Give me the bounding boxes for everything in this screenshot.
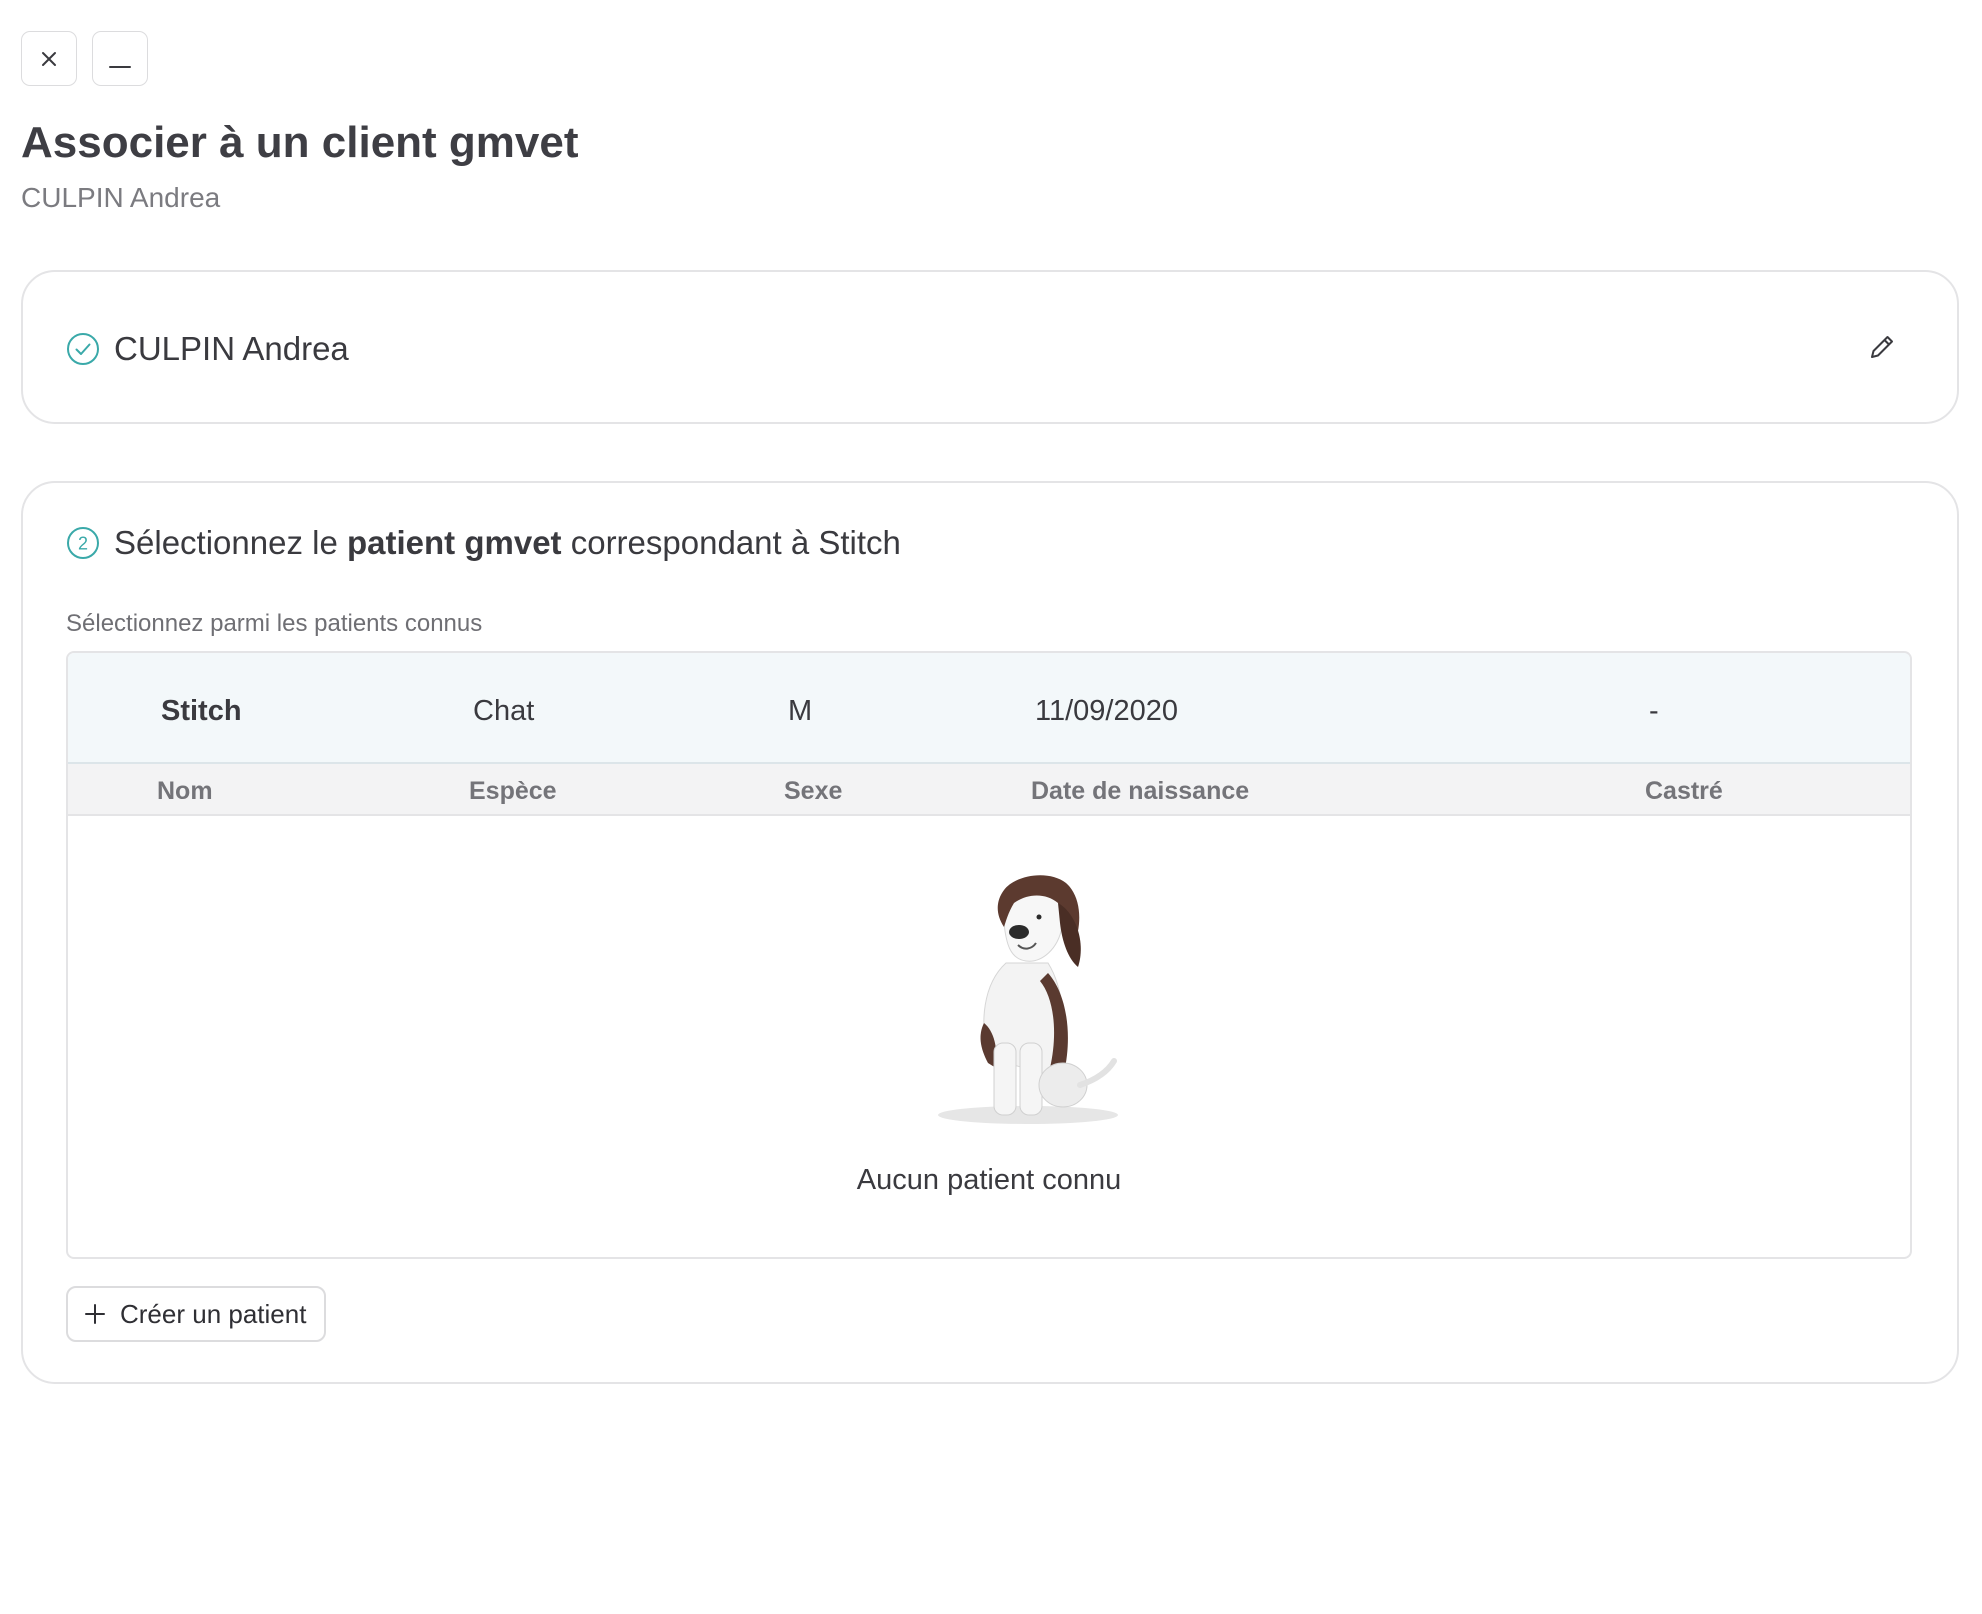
- cell-name: Stitch: [161, 695, 242, 727]
- minimize-icon: [109, 65, 131, 68]
- patient-step-title: Sélectionnez le patient gmvet correspond…: [114, 524, 901, 562]
- edit-client-button[interactable]: [1865, 330, 1899, 364]
- svg-text:2: 2: [78, 534, 88, 554]
- page-subtitle: CULPIN Andrea: [21, 182, 221, 213]
- close-icon: [42, 51, 56, 66]
- plus-icon: [85, 1304, 105, 1324]
- column-header-neutered[interactable]: Castré: [1645, 777, 1723, 806]
- cell-neutered: -: [1649, 695, 1659, 727]
- pencil-icon: [1871, 336, 1893, 358]
- page-title: Associer à un client gmvet: [21, 118, 579, 167]
- client-card: CULPIN Andrea: [21, 270, 1959, 424]
- empty-state-text: Aucun patient connu: [856, 1164, 1122, 1196]
- step-title-prefix: Sélectionnez le: [114, 524, 338, 561]
- column-header-sex[interactable]: Sexe: [784, 777, 842, 806]
- create-patient-button[interactable]: Créer un patient: [66, 1286, 327, 1342]
- table-header: Nom Espèce Sexe Date de naissance Castré: [68, 764, 1910, 816]
- patient-step-row: 2 Sélectionnez le patient gmvet correspo…: [66, 524, 901, 562]
- column-header-name[interactable]: Nom: [157, 777, 213, 806]
- create-patient-label: Créer un patient: [120, 1298, 307, 1329]
- client-name: CULPIN Andrea: [114, 330, 349, 367]
- dog-illustration: [938, 875, 1118, 1124]
- cell-birth-date: 11/09/2020: [1035, 695, 1178, 727]
- patient-table: Stitch Chat M 11/09/2020 - Nom Espèce Se…: [66, 651, 1912, 1259]
- minimize-button[interactable]: [92, 31, 148, 86]
- selected-patient-row[interactable]: Stitch Chat M 11/09/2020 -: [68, 653, 1910, 764]
- client-step-row: CULPIN Andrea: [66, 330, 349, 368]
- column-header-species[interactable]: Espèce: [469, 777, 557, 806]
- cell-sex: M: [788, 695, 813, 727]
- patient-card: 2 Sélectionnez le patient gmvet correspo…: [21, 481, 1959, 1384]
- empty-state: Aucun patient connu: [68, 816, 1910, 1257]
- step-title-suffix: correspondant à Stitch: [570, 524, 901, 561]
- step-number-icon: 2: [66, 526, 100, 560]
- cell-species: Chat: [473, 695, 535, 727]
- check-circle-icon: [66, 332, 100, 366]
- column-header-birth-date[interactable]: Date de naissance: [1031, 777, 1249, 806]
- step-title-bold: patient gmvet: [347, 524, 562, 561]
- close-button[interactable]: [21, 31, 77, 86]
- patient-hint: Sélectionnez parmi les patients connus: [66, 610, 483, 637]
